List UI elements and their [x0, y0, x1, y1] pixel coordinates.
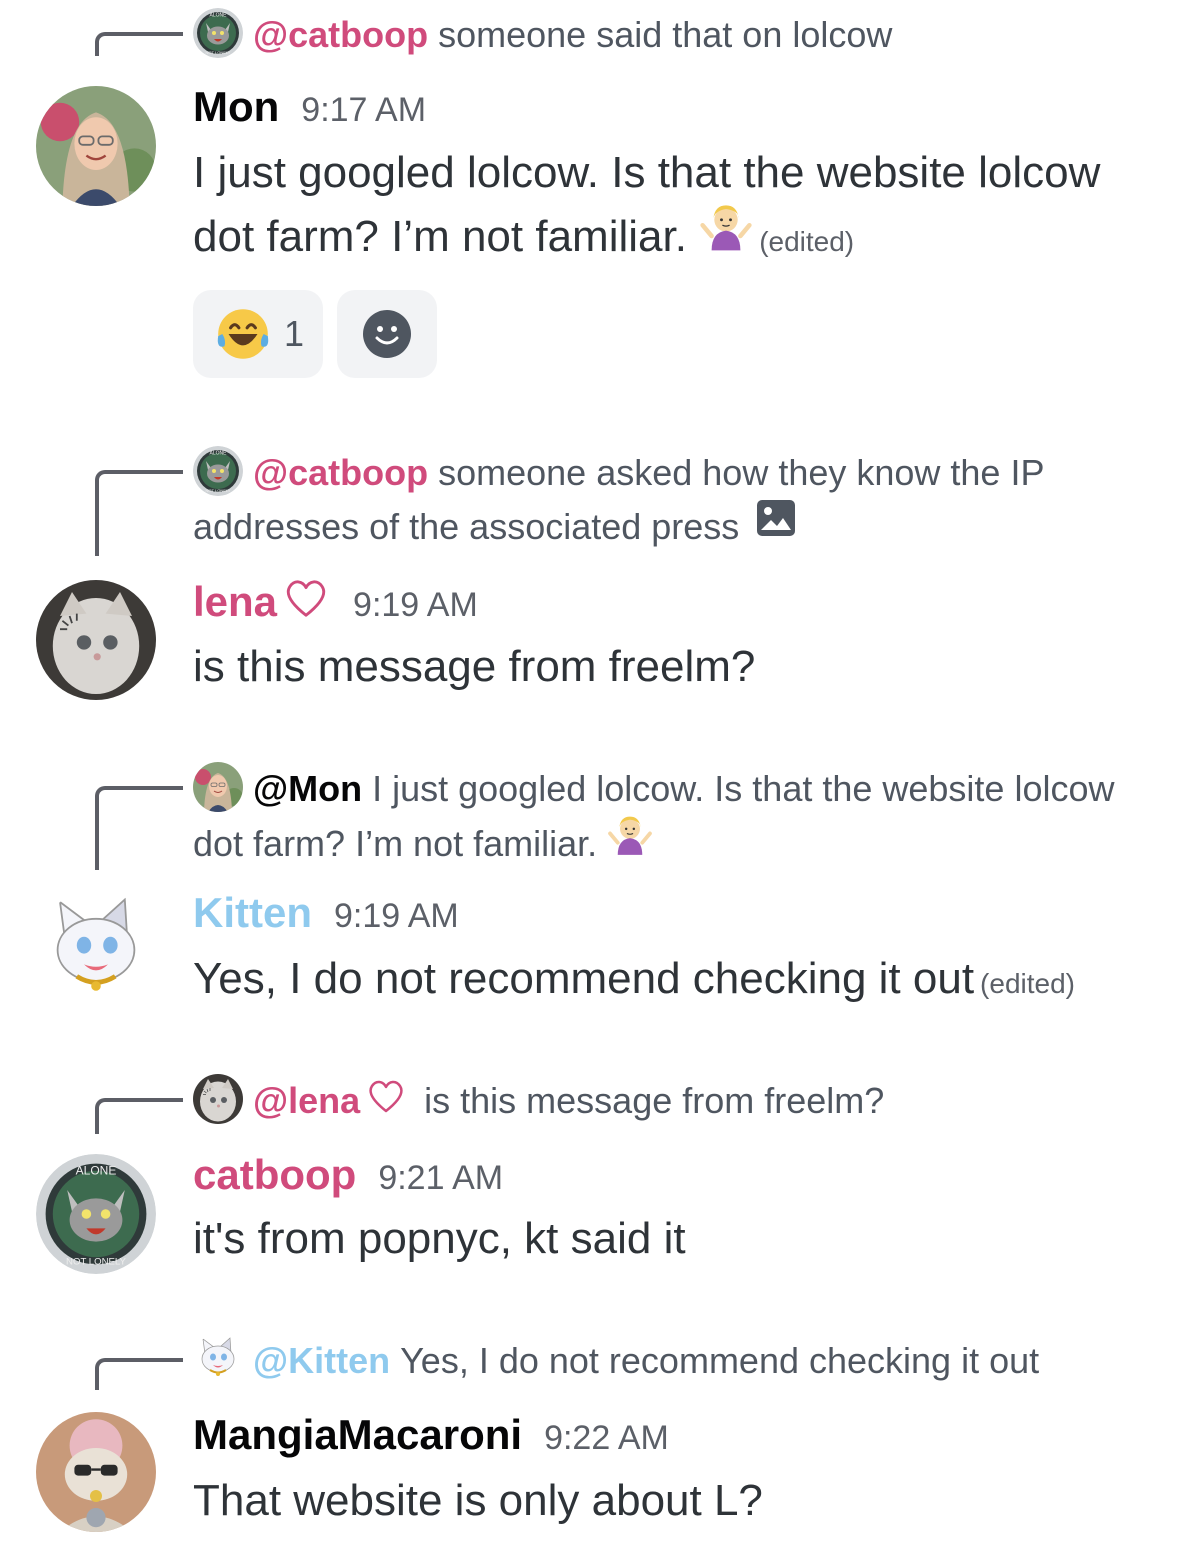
message-text: is this message from freelm?: [193, 642, 756, 691]
message-header: Mon 9:17 AM: [193, 80, 426, 137]
reply-connector: [95, 786, 183, 870]
author-name[interactable]: Kitten: [193, 889, 312, 936]
message-header: lena 9:19 AM: [193, 575, 478, 634]
shrug-emoji-icon: [607, 812, 653, 873]
kitten-mini-avatar: [193, 1334, 243, 1384]
laughing-tears-emoji-icon: [217, 309, 269, 359]
reply-text: Yes, I do not recommend checking it out: [400, 1340, 1040, 1381]
add-reaction-icon: [363, 310, 411, 358]
avatar[interactable]: [36, 580, 156, 700]
message-text: I just googled lolcow. Is that the websi…: [193, 142, 1149, 275]
reply-mention[interactable]: @catboop: [253, 14, 428, 55]
catboop-mini-avatar: [193, 8, 243, 58]
heart-icon: [283, 575, 329, 634]
add-reaction-button[interactable]: [337, 290, 437, 378]
reply-connector: [95, 470, 183, 556]
reply-mention[interactable]: @Mon: [253, 768, 362, 809]
message-body: Yes, I do not recommend checking it out: [193, 954, 975, 1003]
timestamp: 9:19 AM: [353, 586, 478, 624]
heart-icon: [366, 1076, 406, 1131]
reaction-laughing[interactable]: 1: [193, 290, 323, 378]
reply-connector: [95, 32, 183, 56]
edited-label: (edited): [980, 968, 1075, 999]
edited-label: (edited): [759, 226, 855, 258]
lena-mini-avatar: [193, 1074, 243, 1124]
reply-mention[interactable]: @lena: [253, 1080, 360, 1121]
reply-preview[interactable]: @catboop someone asked how they know the …: [193, 446, 1149, 557]
reply-preview[interactable]: @catboop someone said that on lolcow: [193, 8, 1149, 62]
message-text: That website is only about L?: [193, 1476, 763, 1525]
author-name[interactable]: MangiaMacaroni: [193, 1411, 522, 1458]
reply-connector: [95, 1358, 183, 1390]
reply-preview[interactable]: @lena is this message from freelm?: [193, 1074, 1149, 1131]
message-text: Yes, I do not recommend checking it out(…: [193, 948, 1149, 1015]
timestamp: 9:22 AM: [544, 1419, 669, 1457]
timestamp: 9:21 AM: [378, 1159, 504, 1197]
reply-text: someone said that on lolcow: [438, 14, 893, 55]
message-header: MangiaMacaroni 9:22 AM: [193, 1408, 669, 1465]
mon-mini-avatar: [193, 762, 243, 812]
message-body: I just googled lolcow. Is that the websi…: [193, 148, 1101, 262]
reply-preview[interactable]: @Mon I just googled lolcow. Is that the w…: [193, 762, 1149, 877]
message-header: catboop 9:21 AM: [193, 1148, 503, 1205]
reaction-count: 1: [283, 313, 305, 354]
reply-mention[interactable]: @Kitten: [253, 1340, 390, 1381]
message-text: it's from popnyc, kt said it: [193, 1214, 686, 1263]
author-name[interactable]: lena: [193, 578, 277, 625]
reply-preview[interactable]: @Kitten Yes, I do not recommend checking …: [193, 1334, 1149, 1388]
timestamp: 9:17 AM: [301, 91, 427, 129]
avatar[interactable]: [36, 890, 156, 1010]
author-name[interactable]: Mon: [193, 83, 279, 130]
reply-text: is this message from freelm?: [424, 1080, 885, 1121]
avatar[interactable]: [36, 1412, 156, 1532]
message-header: Kitten 9:19 AM: [193, 886, 459, 943]
image-attachment-icon: [755, 498, 797, 553]
reply-mention[interactable]: @catboop: [253, 452, 428, 493]
catboop-mini-avatar: [193, 446, 243, 496]
shrug-emoji-icon: [699, 200, 753, 271]
avatar[interactable]: [36, 1154, 156, 1274]
reply-connector: [95, 1098, 183, 1134]
avatar[interactable]: [36, 86, 156, 206]
timestamp: 9:19 AM: [334, 897, 459, 935]
author-name[interactable]: catboop: [193, 1151, 356, 1198]
